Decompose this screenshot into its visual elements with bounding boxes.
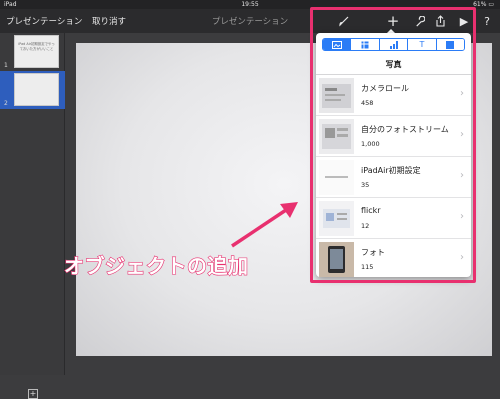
annotation-label: オブジェクトの追加 [63,253,249,278]
add-slide-button[interactable]: + [28,389,38,399]
annotation-arrow [231,202,298,248]
